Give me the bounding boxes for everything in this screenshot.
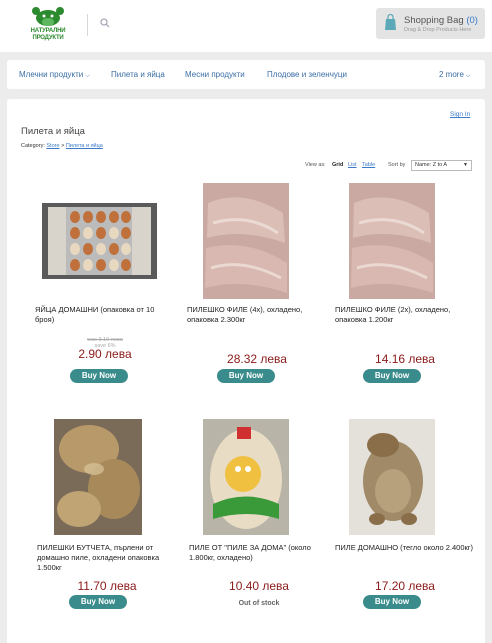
breadcrumb-current-link[interactable]: Пилета и яйца [66,143,103,149]
sort-by-label: Sort by [388,162,406,168]
nav-item-fruits-vegetables[interactable]: Плодове и зеленчуци [267,70,347,79]
buy-now-button[interactable]: Buy Now [217,369,275,383]
sign-in-link[interactable]: Sign In [450,111,470,118]
nav-item-label: Плодове и зеленчуци [267,70,347,79]
product-card: ПИЛЕ ОТ "ПИЛЕ ЗА ДОМА" (около 1.800кг, о… [189,419,329,619]
product-name[interactable]: ПИЛЕ ДОМАШНО (тегло около 2.400кг) [335,543,475,553]
nav-item-label: Пилета и яйца [111,70,165,79]
product-name[interactable]: ПИЛЕШКО ФИЛЕ (2x), охладено, опаковка 1.… [335,305,475,325]
product-name[interactable]: ПИЛЕШКИ БУТЧЕТА, пърлени от домашно пиле… [37,543,177,573]
sort-select-value: Name: Z to A [415,162,448,168]
product-card: ПИЛЕШКО ФИЛЕ (4x), охладено, опаковка 2.… [187,183,327,383]
header-divider [87,14,88,36]
view-list-link[interactable]: List [348,162,357,168]
packaged-chicken-image [203,419,289,535]
nav-item-more[interactable]: 2 more ⌵ [439,70,470,80]
category-nav: Млечни продукти ⌵ Пилета и яйца Месни про… [7,60,485,89]
sort-select[interactable]: Name: Z to A ▼ [411,160,472,171]
egg-carton-image [42,203,157,279]
product-card: ПИЛЕ ДОМАШНО (тегло около 2.400кг) 17.20… [335,419,475,619]
dropdown-arrow-icon: ▼ [463,162,468,168]
breadcrumb-separator: > [61,143,65,149]
product-image-legs[interactable] [54,419,142,535]
shopping-bag-icon [385,14,396,30]
view-grid-option[interactable]: Grid [332,162,343,168]
nav-item-chicken-eggs[interactable]: Пилета и яйца [111,70,165,79]
bag-title-text: Shopping Bag [404,15,464,26]
bag-count: (0) [466,15,478,26]
site-header: НАТУРАЛНИ ПРОДУКТИ Shopping Bag (0) Drag… [0,0,492,52]
buy-now-button[interactable]: Buy Now [363,369,421,383]
nav-item-label: 2 more [439,70,464,79]
product-price: 14.16 лева [375,352,435,366]
product-price: 17.20 лева [375,579,435,593]
nav-item-label: Млечни продукти [19,70,84,79]
chicken-fillet-image [203,183,289,299]
product-name[interactable]: ЯЙЦА ДОМАШНИ (опаковка от 10 броя) [35,305,175,325]
store-logo[interactable]: НАТУРАЛНИ ПРОДУКТИ [22,5,74,45]
shopping-bag-title: Shopping Bag (0) [404,15,478,26]
nav-item-dairy[interactable]: Млечни продукти ⌵ [19,70,90,80]
product-card: ЯЙЦА ДОМАШНИ (опаковка от 10 броя) was 3… [35,183,175,383]
out-of-stock-label: Out of stock [238,600,280,607]
whole-chicken-image [349,419,435,535]
product-image-roasted-chicken[interactable] [349,419,435,535]
buy-now-button[interactable]: Buy Now [70,369,128,383]
buy-now-button[interactable]: Buy Now [69,595,127,609]
page-title: Пилета и яйца [21,126,85,137]
product-price: 2.90 лева [78,347,132,361]
search-icon[interactable] [99,17,111,29]
cow-logo-icon [32,7,64,26]
bag-hint: Drag & Drop Products Here [404,27,472,33]
product-image-eggs[interactable] [42,203,157,279]
buy-now-button[interactable]: Buy Now [363,595,421,609]
product-card: ПИЛЕШКО ФИЛЕ (2x), охладено, опаковка 1.… [335,183,475,383]
breadcrumb-store-link[interactable]: Store [46,143,59,149]
chicken-legs-image [54,419,142,535]
product-price: 10.40 лева [229,579,289,593]
product-name[interactable]: ПИЛЕШКО ФИЛЕ (4x), охладено, опаковка 2.… [187,305,327,325]
nav-item-meat[interactable]: Месни продукти [185,70,245,79]
product-card: ПИЛЕШКИ БУТЧЕТА, пърлени от домашно пиле… [37,419,177,619]
logo-text: НАТУРАЛНИ ПРОДУКТИ [30,28,66,41]
product-price: 28.32 лева [227,352,287,366]
chicken-fillet-image [349,183,435,299]
shopping-bag-button[interactable]: Shopping Bag (0) Drag & Drop Products He… [376,8,485,39]
main-content: Sign In Пилета и яйца Category: Store > … [7,99,485,643]
view-table-link[interactable]: Table [362,162,375,168]
nav-item-label: Месни продукти [185,70,245,79]
product-image-fillet[interactable] [203,183,289,299]
chevron-down-icon: ⌵ [465,73,471,79]
product-image-fillet[interactable] [349,183,435,299]
product-price: 11.70 лева [77,579,137,593]
product-name[interactable]: ПИЛЕ ОТ "ПИЛЕ ЗА ДОМА" (около 1.800кг, о… [189,543,329,563]
chevron-down-icon: ⌵ [85,73,90,79]
breadcrumb-prefix: Category: [21,143,45,149]
product-image-packaged-chicken[interactable] [203,419,289,535]
breadcrumb: Category: Store > Пилета и яйца [21,143,103,149]
view-as-label: View as: [305,162,326,168]
